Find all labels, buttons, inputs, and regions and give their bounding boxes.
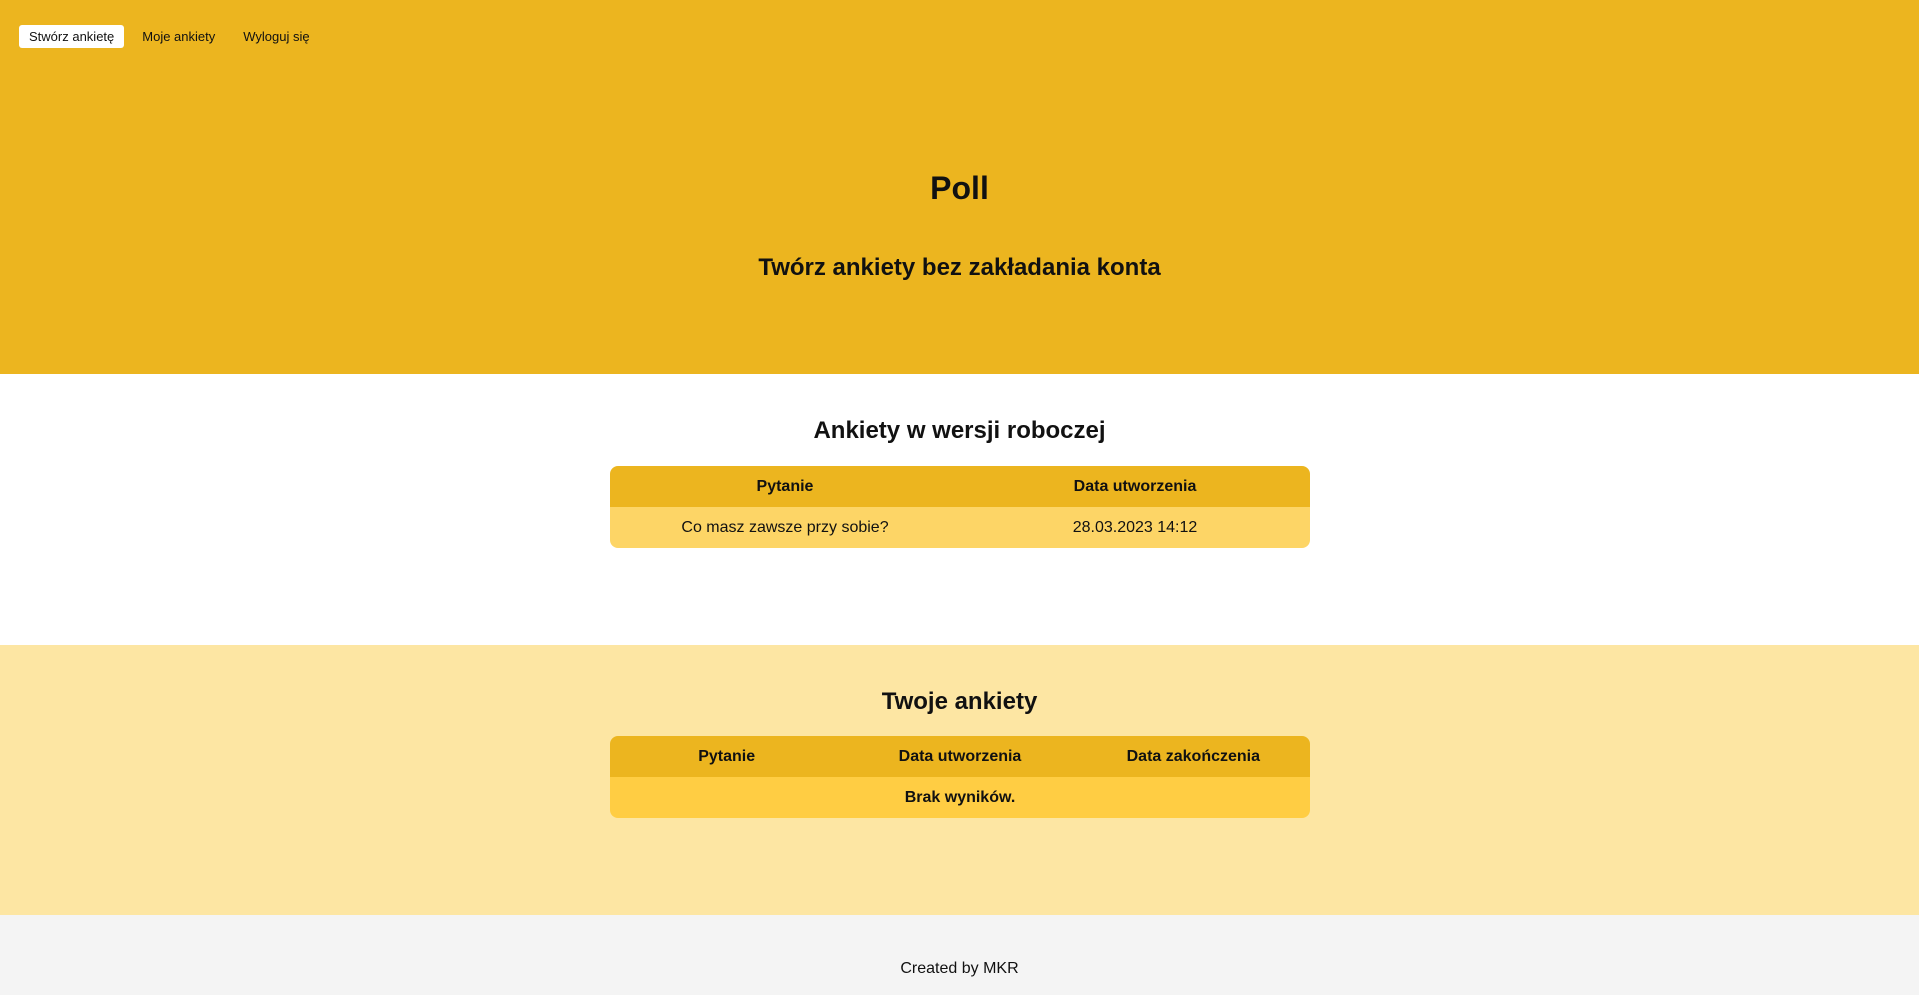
nav-create-poll[interactable]: Stwórz ankietę [19,25,125,48]
footer: Created by MKR [0,915,1919,995]
table-row[interactable]: Co masz zawsze przy sobie? 28.03.2023 14… [610,507,1310,548]
top-nav: Stwórz ankietę Moje ankiety Wyloguj się [19,25,320,48]
drafts-table-header: Pytanie Data utworzenia [610,466,1310,507]
column-header-question: Pytanie [756,477,814,495]
nav-logout[interactable]: Wyloguj się [233,25,319,48]
hero-header: Stwórz ankietę Moje ankiety Wyloguj się … [0,0,1919,374]
column-header-created: Data utworzenia [1073,477,1197,495]
page-title: Poll [930,170,989,206]
cell-question[interactable]: Co masz zawsze przy sobie? [610,519,960,537]
cell-created: 28.03.2023 14:12 [1072,518,1198,536]
my-polls-title: Twoje ankiety [881,688,1038,715]
column-header-created: Data utworzenia [898,747,1022,765]
empty-results-row: Brak wyników. [610,777,1310,818]
my-polls-table: Pytanie Data utworzenia Data zakończenia… [610,736,1310,818]
column-header-question: Pytanie [698,747,756,765]
empty-results-text: Brak wyników. [904,788,1016,806]
my-polls-section: Twoje ankiety Pytanie Data utworzenia Da… [0,645,1919,915]
my-polls-table-header: Pytanie Data utworzenia Data zakończenia [610,736,1310,777]
drafts-title: Ankiety w wersji roboczej [813,417,1106,444]
nav-my-polls[interactable]: Moje ankiety [132,25,225,48]
footer-credit: Created by MKR [900,960,1019,977]
drafts-table: Pytanie Data utworzenia Co masz zawsze p… [610,466,1310,548]
page-subtitle: Twórz ankiety bez zakładania konta [758,254,1161,281]
column-header-ended: Data zakończenia [1126,747,1261,765]
drafts-section: Ankiety w wersji roboczej Pytanie Data u… [0,374,1919,645]
